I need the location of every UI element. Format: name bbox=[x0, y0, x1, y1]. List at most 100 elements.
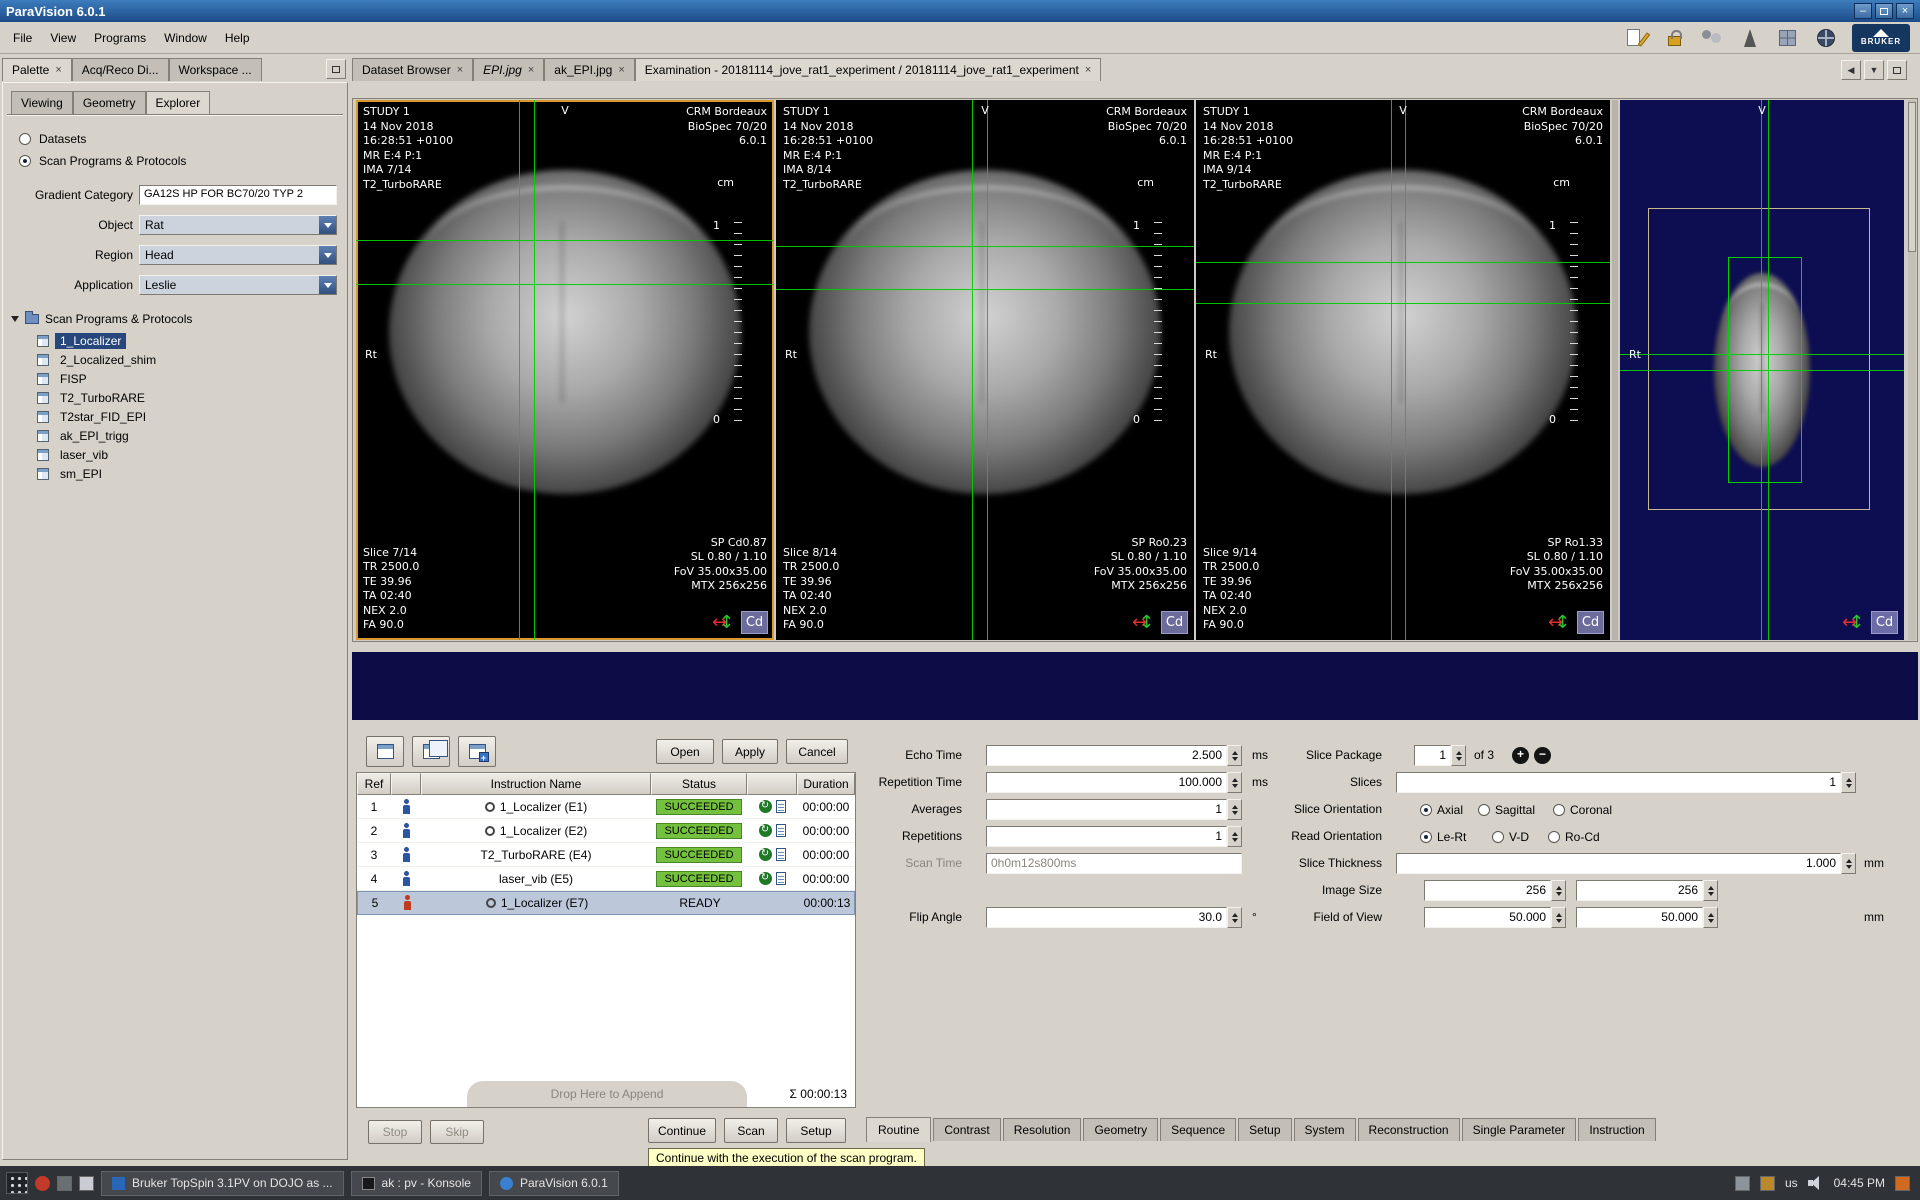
tab-reconstruction[interactable]: Reconstruction bbox=[1357, 1118, 1460, 1141]
gradient-category-input[interactable]: GA12S HP FOR BC70/20 TYP 2 bbox=[139, 185, 337, 205]
field-of-view-x-input[interactable]: 50.000 bbox=[1424, 907, 1551, 928]
averages-field[interactable]: 1 bbox=[986, 799, 1242, 820]
slice-thickness-field[interactable]: 1.000 bbox=[1396, 853, 1856, 874]
tree-item-fisp[interactable]: FISP bbox=[37, 371, 92, 387]
crosshair-vertical[interactable] bbox=[533, 100, 535, 640]
crosshair-horizontal[interactable] bbox=[1620, 370, 1904, 371]
tab-routine[interactable]: Routine bbox=[866, 1117, 932, 1142]
crosshair-horizontal[interactable] bbox=[1620, 353, 1904, 355]
slice-package-input[interactable]: 1 bbox=[1414, 745, 1451, 766]
files-icon[interactable] bbox=[79, 1175, 94, 1191]
edit-notes-icon[interactable] bbox=[1624, 26, 1651, 50]
slices-input[interactable]: 1 bbox=[1396, 772, 1841, 793]
maximize-icon[interactable] bbox=[1875, 3, 1893, 19]
spinner-icon[interactable] bbox=[1841, 853, 1856, 874]
image-size-y-input[interactable]: 256 bbox=[1576, 880, 1703, 901]
slice-thickness-input[interactable]: 1.000 bbox=[1396, 853, 1841, 874]
crosshair-horizontal[interactable] bbox=[1196, 302, 1610, 304]
tab-contrast[interactable]: Contrast bbox=[933, 1118, 1001, 1141]
chevron-down-icon[interactable] bbox=[319, 216, 336, 234]
radio-icon[interactable] bbox=[19, 155, 31, 167]
spinner-icon[interactable] bbox=[1703, 907, 1718, 928]
tab-sequence[interactable]: Sequence bbox=[1160, 1118, 1237, 1141]
instruction-row-2[interactable]: 2 1_Localizer (E2) SUCCEEDED ↻ 00:00:00 bbox=[357, 819, 855, 843]
crosshair-vertical[interactable] bbox=[972, 100, 974, 640]
object-dropdown[interactable]: Rat bbox=[139, 215, 337, 235]
name-column-header[interactable]: Instruction Name bbox=[421, 773, 651, 795]
instruction-row-3[interactable]: 3 T2_TurboRARE (E4) SUCCEEDED ↻ 00:00:00 bbox=[357, 843, 855, 867]
globe-icon[interactable] bbox=[1814, 26, 1838, 50]
tab-dataset-browser[interactable]: Dataset Browser × bbox=[352, 58, 474, 81]
read-orientation-v-d-radio[interactable]: V-D bbox=[1492, 826, 1529, 847]
radio-icon[interactable] bbox=[1492, 830, 1504, 843]
tree-item-1-localizer[interactable]: 1_Localizer bbox=[37, 333, 127, 349]
report-icon[interactable] bbox=[775, 824, 786, 837]
spinner-icon[interactable] bbox=[1841, 772, 1856, 793]
radio-icon[interactable] bbox=[1478, 803, 1490, 816]
tab-geometry-params[interactable]: Geometry bbox=[1083, 1118, 1159, 1141]
spinner-icon[interactable] bbox=[1703, 880, 1718, 901]
field-of-view-y-input[interactable]: 50.000 bbox=[1576, 907, 1703, 928]
chevron-down-icon[interactable] bbox=[319, 246, 336, 264]
remove-slice-package-icon[interactable]: − bbox=[1534, 747, 1551, 764]
flip-angle-input[interactable]: 30.0 bbox=[986, 907, 1227, 928]
ref-column-header[interactable]: Ref bbox=[357, 773, 391, 795]
radio-icon[interactable] bbox=[1548, 830, 1560, 843]
viewer-scrollbar[interactable] bbox=[1908, 100, 1916, 640]
copy-scan-program-button[interactable] bbox=[412, 736, 450, 767]
tray-settings-icon[interactable] bbox=[1734, 1175, 1750, 1191]
crosshair-horizontal[interactable] bbox=[356, 283, 774, 285]
antenna-icon[interactable] bbox=[1738, 26, 1762, 50]
tree-item-2-localized-shim[interactable]: 2_Localized_shim bbox=[37, 352, 161, 368]
apply-button[interactable]: Apply bbox=[722, 739, 778, 764]
add-slice-package-icon[interactable]: + bbox=[1512, 747, 1529, 764]
tab-workspace[interactable]: Workspace ... bbox=[168, 58, 262, 81]
tab-system[interactable]: System bbox=[1293, 1118, 1356, 1141]
close-tab-icon[interactable]: × bbox=[1085, 64, 1091, 76]
instruction-row-1[interactable]: 1 1_Localizer (E1) SUCCEEDED ↻ 00:00:00 bbox=[357, 795, 855, 819]
tab-acq-reco[interactable]: Acq/Reco Di... bbox=[71, 58, 169, 81]
close-icon[interactable]: × bbox=[1896, 3, 1914, 19]
crosshair-horizontal[interactable] bbox=[776, 289, 1194, 290]
setup-button[interactable]: Setup bbox=[786, 1118, 846, 1143]
viewport-splitter[interactable] bbox=[1612, 100, 1618, 640]
viewport-slice-8[interactable]: STUDY 1 14 Nov 2018 16:28:51 +0100 MR E:… bbox=[776, 100, 1194, 640]
stop-button[interactable]: Stop bbox=[368, 1120, 422, 1144]
tab-examination[interactable]: Examination - 20181114_jove_rat1_experim… bbox=[634, 58, 1102, 81]
close-tab-icon[interactable]: × bbox=[528, 64, 534, 76]
echo-time-input[interactable]: 2.500 bbox=[986, 745, 1227, 766]
app-launcher-icon[interactable] bbox=[6, 1172, 28, 1194]
region-dropdown[interactable]: Head bbox=[139, 245, 337, 265]
tray-clipper-icon[interactable] bbox=[1759, 1175, 1775, 1191]
volume-icon[interactable] bbox=[1807, 1176, 1824, 1190]
repetitions-field[interactable]: 1 bbox=[986, 826, 1242, 847]
title-bar[interactable]: ParaVision 6.0.1 – × bbox=[0, 0, 1920, 22]
tab-viewing[interactable]: Viewing bbox=[11, 91, 73, 114]
restore-pane-icon[interactable] bbox=[1887, 60, 1907, 80]
owner-column-header[interactable] bbox=[391, 773, 421, 795]
radio-icon[interactable] bbox=[1420, 830, 1432, 843]
scrollbar-thumb[interactable] bbox=[1908, 102, 1916, 252]
slice-orientation-sagittal-radio[interactable]: Sagittal bbox=[1478, 799, 1535, 820]
tree-item-ak-epi-trigg[interactable]: ak_EPI_trigg bbox=[37, 428, 134, 444]
tab-scroll-left-icon[interactable]: ◀ bbox=[1841, 60, 1861, 80]
averages-input[interactable]: 1 bbox=[986, 799, 1227, 820]
repetition-time-field[interactable]: 100.000 bbox=[986, 772, 1242, 793]
minimize-icon[interactable]: – bbox=[1854, 3, 1872, 19]
crosshair-vertical[interactable] bbox=[1390, 100, 1392, 640]
drop-zone[interactable]: Drop Here to Append bbox=[467, 1081, 747, 1107]
instruction-row-5-selected[interactable]: 5 1_Localizer (E7) READY 00:00:13 bbox=[357, 891, 855, 915]
geometry-reference-viewport[interactable]: V Rt ↔ ↕ Cd bbox=[1620, 100, 1904, 640]
crosshair-horizontal[interactable] bbox=[356, 240, 774, 242]
rerun-icon[interactable]: ↻ bbox=[758, 824, 772, 837]
tree-item-laser-vib[interactable]: laser_vib bbox=[37, 447, 113, 463]
spinner-icon[interactable] bbox=[1551, 907, 1566, 928]
image-size-y-field[interactable]: 256 bbox=[1576, 880, 1718, 901]
menu-programs[interactable]: Programs bbox=[85, 26, 155, 50]
slice-orientation-coronal-radio[interactable]: Coronal bbox=[1553, 799, 1612, 820]
crosshair-vertical[interactable] bbox=[1405, 100, 1407, 640]
field-of-view-y-field[interactable]: 50.000 bbox=[1576, 907, 1718, 928]
tab-instruction[interactable]: Instruction bbox=[1578, 1118, 1656, 1141]
read-orientation-le-rt-radio[interactable]: Le-Rt bbox=[1420, 826, 1466, 847]
slice-orientation-axial-radio[interactable]: Axial bbox=[1420, 799, 1463, 820]
